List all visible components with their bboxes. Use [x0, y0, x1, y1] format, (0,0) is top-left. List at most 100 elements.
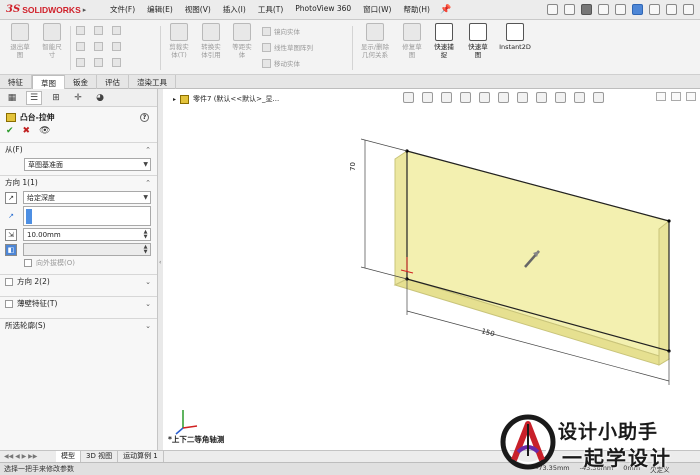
property-manager-icon[interactable]: ☰	[26, 90, 42, 105]
menu-tools[interactable]: 工具(T)	[252, 4, 289, 15]
draft-angle-input[interactable]: ▲ ▼	[23, 243, 151, 256]
smart-dimension-button[interactable]: 智能尺 寸	[36, 23, 68, 59]
exit-sketch-button[interactable]: 退出草 图	[4, 23, 36, 59]
instant2d-button[interactable]: Instant2D	[496, 23, 534, 51]
direction2-checkbox[interactable]	[5, 277, 13, 286]
watermark-logo-icon	[500, 414, 556, 470]
selection-indicator	[26, 209, 32, 224]
tab-render-tools[interactable]: 渲染工具	[129, 75, 176, 89]
direction2-group-header[interactable]: 方向 2(2) ⌄	[0, 274, 157, 288]
options-icon[interactable]	[666, 4, 677, 15]
selected-contours-group-header[interactable]: 所选轮廓(S) ⌄	[0, 318, 157, 332]
direction1-group-header[interactable]: 方向 1(1) ⌃	[0, 175, 157, 189]
ok-icon[interactable]: ✔	[6, 126, 14, 136]
draft-icon[interactable]: ◧	[5, 243, 17, 256]
app-brand: SOLIDWORKS	[22, 4, 81, 15]
from-start-select[interactable]: 草图基准面 ▼	[24, 158, 151, 171]
display-manager-icon[interactable]: ◕	[92, 91, 108, 105]
trim-entities-button[interactable]: 剪裁实 体(T)	[164, 23, 194, 59]
tab-sketch[interactable]: 草图	[32, 75, 65, 89]
offset-icon	[233, 23, 251, 41]
menu-photoview[interactable]: PhotoView 360	[289, 4, 357, 15]
menu-bar: 文件(F) 编辑(E) 视图(V) 插入(I) 工具(T) PhotoView …	[104, 4, 436, 15]
polygon-tool[interactable]	[112, 42, 121, 51]
model-viewport: 70 150	[349, 138, 671, 385]
collapse-arrow-icon[interactable]: ‹	[159, 259, 161, 266]
divider	[352, 26, 353, 70]
dimension-vertical[interactable]: 70	[349, 162, 357, 171]
cancel-icon[interactable]: ✖	[23, 126, 31, 136]
line-tool[interactable]	[76, 26, 85, 35]
end-condition-row: ↗ 给定深度 ▼	[5, 191, 151, 204]
circle-tool[interactable]	[76, 42, 85, 51]
chevron-down-icon: ⌄	[145, 299, 151, 308]
tab-3d-views[interactable]: 3D 视图	[81, 451, 119, 462]
offset-entities-button[interactable]: 等距实 体	[228, 23, 256, 59]
menu-edit[interactable]: 编辑(E)	[141, 4, 179, 15]
move-entities-button[interactable]: 移动实体	[262, 58, 300, 68]
pin-icon[interactable]: 📌	[440, 5, 451, 15]
solidworks-logo[interactable]: 3S SOLIDWORKS ▸	[0, 4, 104, 15]
open-icon[interactable]	[564, 4, 575, 15]
chevron-right-icon[interactable]: ▸	[83, 6, 93, 14]
feature-tree-icon[interactable]: ▦	[4, 91, 20, 105]
triad-x-axis	[182, 425, 198, 429]
tab-sheet-metal[interactable]: 钣金	[65, 75, 97, 89]
tab-motion-study[interactable]: 运动算例 1	[118, 451, 164, 462]
trim-icon	[170, 23, 188, 41]
thin-feature-group-header[interactable]: 薄壁特征(T) ⌄	[0, 296, 157, 310]
search-icon[interactable]	[683, 4, 694, 15]
extrude-right-face	[658, 219, 670, 366]
chevron-down-icon: ⌄	[145, 277, 151, 286]
display-relations-button[interactable]: 显示/删除 几何关系	[354, 23, 396, 59]
reverse-direction-icon[interactable]: ↗	[5, 191, 17, 204]
thin-feature-checkbox[interactable]	[5, 299, 13, 308]
line-icon	[76, 26, 85, 35]
menu-file[interactable]: 文件(F)	[104, 4, 141, 15]
spline-tool[interactable]	[76, 58, 85, 67]
rectangle-tool[interactable]	[94, 26, 103, 35]
depth-input[interactable]: 10.00mm ▲ ▼	[23, 228, 151, 241]
tab-model[interactable]: 模型	[56, 451, 81, 462]
menu-help[interactable]: 帮助(H)	[397, 4, 436, 15]
undo-icon[interactable]	[615, 4, 626, 15]
help-icon[interactable]: ?	[140, 112, 149, 122]
direction-selection-box[interactable]	[23, 206, 151, 226]
sketch-point[interactable]	[667, 219, 671, 223]
tab-evaluate[interactable]: 评估	[97, 75, 129, 89]
tab-features[interactable]: 特征	[0, 75, 32, 89]
fillet-icon	[112, 58, 121, 67]
linear-pattern-button[interactable]: 线性草图阵列	[262, 42, 313, 52]
save-icon[interactable]	[581, 4, 592, 15]
dimxpert-icon[interactable]: ✛	[70, 91, 86, 105]
arc-tool[interactable]	[94, 42, 103, 51]
configuration-manager-icon[interactable]: ⊞	[48, 91, 64, 105]
rebuild-icon[interactable]	[649, 4, 660, 15]
dimension-horizontal[interactable]: 150	[480, 327, 495, 338]
spinner-icon[interactable]: ▲ ▼	[142, 245, 149, 255]
instant2d-icon	[506, 23, 524, 41]
repair-sketch-button[interactable]: 修复草 图	[398, 23, 426, 59]
chevron-up-icon: ⌃	[145, 178, 151, 187]
from-group-header[interactable]: 从(F) ⌃	[0, 142, 157, 156]
new-document-icon[interactable]	[547, 4, 558, 15]
preview-eye-icon[interactable]: 👁	[39, 126, 50, 136]
menu-insert[interactable]: 插入(I)	[217, 4, 252, 15]
fillet-tool[interactable]	[112, 58, 121, 67]
spinner-icon[interactable]: ▲ ▼	[142, 230, 149, 240]
ellipse-tool[interactable]	[94, 58, 103, 67]
menu-view[interactable]: 视图(V)	[179, 4, 217, 15]
graphics-area[interactable]: ▸ 零件7 (默认<<默认>_显... 70 150 *上下二等角轴测	[163, 89, 700, 450]
convert-entities-button[interactable]: 转换实 体引用	[196, 23, 226, 59]
slot-tool[interactable]	[112, 26, 121, 35]
print-icon[interactable]	[598, 4, 609, 15]
rapid-sketch-button[interactable]: 快速草 图	[464, 23, 492, 59]
draft-outward-checkbox[interactable]: 向外拔模(O)	[24, 258, 151, 268]
mirror-entities-button[interactable]: 镜向实体	[262, 26, 300, 36]
ellipse-icon	[94, 58, 103, 67]
menu-window[interactable]: 窗口(W)	[357, 4, 397, 15]
tab-navigation-icon[interactable]: ◀◀ ◀ ▶ ▶▶	[0, 453, 56, 460]
quick-snaps-button[interactable]: 快速捕 捉	[430, 23, 458, 59]
end-condition-select[interactable]: 给定深度 ▼	[23, 191, 151, 204]
select-icon[interactable]	[632, 4, 643, 15]
